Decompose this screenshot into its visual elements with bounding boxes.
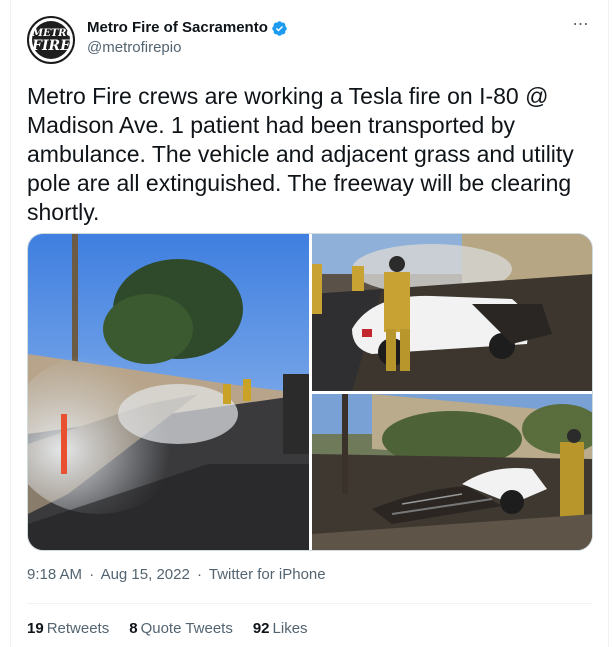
avatar-logo: METRO FIRE	[32, 21, 73, 59]
media-photo-1[interactable]	[28, 234, 309, 550]
quote-tweets-label: Quote Tweets	[140, 620, 233, 637]
firefighter-tesla-photo	[312, 234, 592, 391]
meta-separator: ·	[89, 566, 95, 583]
author-handle[interactable]: @metrofirepio	[87, 38, 288, 58]
tweet-stats: 19 Retweets 8 Quote Tweets 92 Likes	[27, 620, 328, 637]
media-photo-3[interactable]	[312, 394, 592, 550]
vehicle-wreckage-photo	[312, 394, 592, 550]
meta-separator: ·	[196, 566, 202, 583]
retweets-count: 19	[27, 620, 44, 637]
verified-badge-icon	[272, 20, 287, 36]
tweet-text: Metro Fire crews are working a Tesla fir…	[27, 83, 574, 225]
avatar[interactable]: METRO FIRE	[27, 16, 75, 64]
likes-count: 92	[252, 620, 270, 637]
tweet-source[interactable]: Twitter for iPhone	[209, 566, 326, 583]
quote-tweets-stat[interactable]: 8 Quote Tweets	[129, 620, 233, 637]
tweet-date[interactable]: Aug 15, 2022	[101, 566, 190, 583]
quote-tweets-count: 8	[129, 620, 138, 637]
divider	[27, 603, 592, 604]
more-options-icon[interactable]: ⋯	[570, 17, 592, 38]
author-display-name-row[interactable]: Metro Fire of Sacramento	[87, 18, 288, 38]
retweets-stat[interactable]: 19 Retweets	[27, 620, 109, 637]
tweet-meta: 9:18 AM · Aug 15, 2022 · Twitter for iPh…	[27, 566, 329, 583]
tweet-time[interactable]: 9:18 AM	[27, 566, 82, 583]
author-names: Metro Fire of Sacramento @metrofirepio	[87, 18, 288, 58]
likes-label: Likes	[272, 620, 308, 637]
media-photo-2[interactable]	[312, 234, 592, 391]
retweets-label: Retweets	[46, 620, 110, 637]
author-display-name[interactable]: Metro Fire of Sacramento	[87, 18, 268, 38]
tweet-media-grid	[27, 233, 593, 551]
freeway-smoke-photo	[28, 234, 309, 550]
likes-stat[interactable]: 92 Likes	[253, 620, 308, 637]
avatar-logo-line2: FIRE	[32, 38, 71, 54]
tweet-card: METRO FIRE Metro Fire of Sacramento @met…	[10, 0, 609, 647]
tweet-header: METRO FIRE Metro Fire of Sacramento @met…	[27, 16, 592, 66]
